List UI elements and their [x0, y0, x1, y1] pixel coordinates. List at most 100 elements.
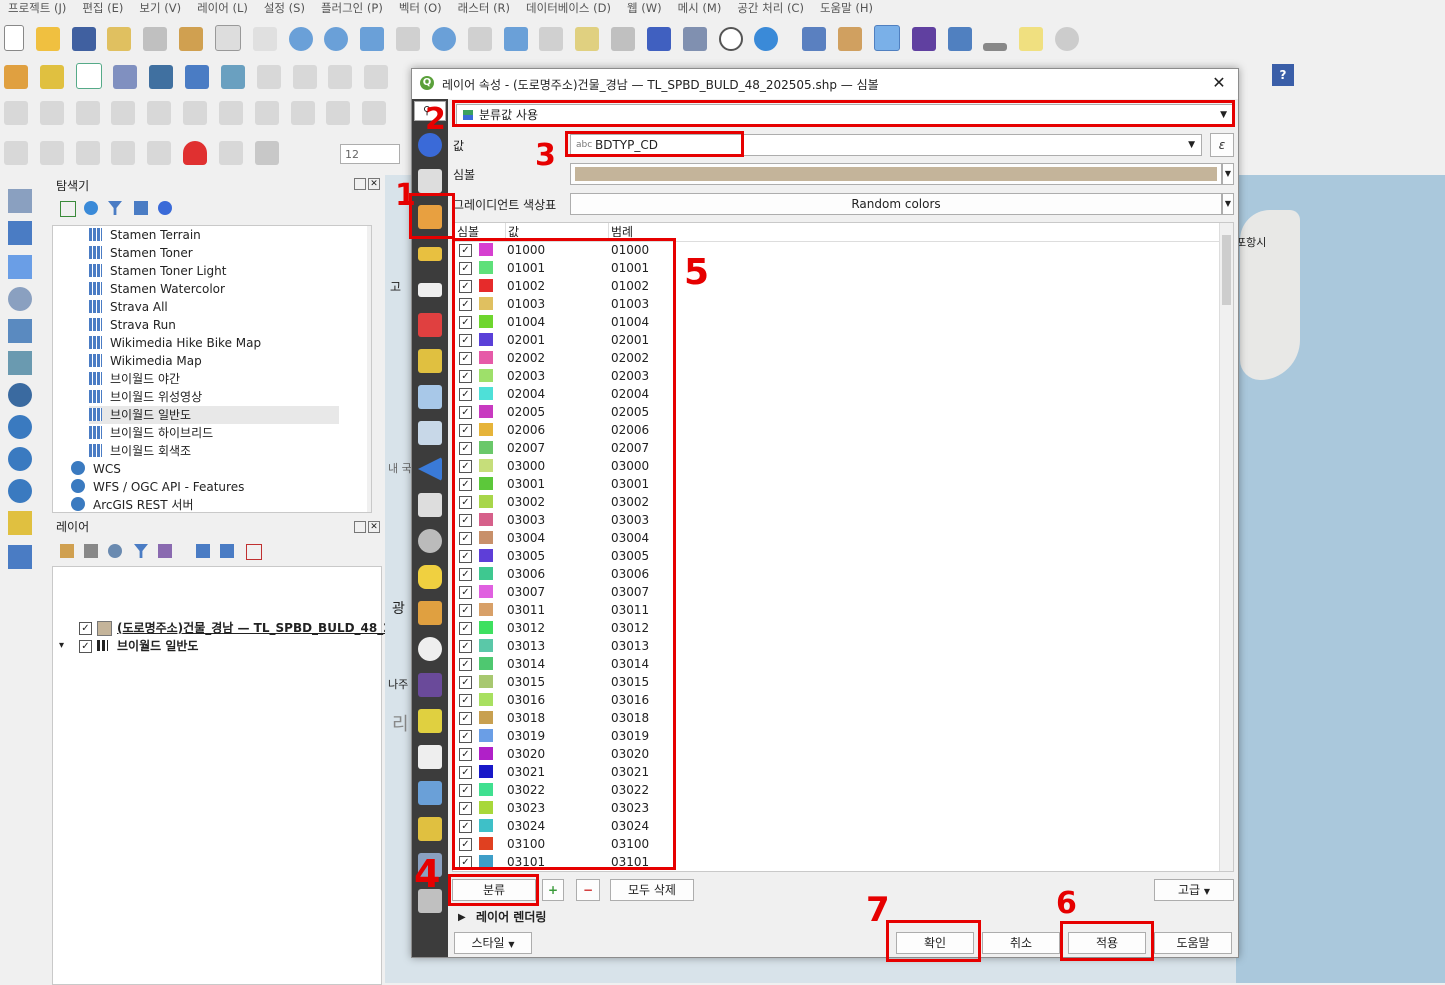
zoom-full-icon[interactable]	[360, 27, 385, 51]
close-panel-icon[interactable]: ✕	[368, 178, 380, 190]
save-as-icon[interactable]	[107, 27, 132, 51]
menu-database[interactable]: 데이터베이스 (D)	[518, 0, 619, 16]
menu-edit[interactable]: 편집 (E)	[74, 0, 131, 16]
joins-icon[interactable]	[418, 457, 442, 481]
color-ramp-dropdown-button[interactable]: ▼	[1222, 193, 1234, 215]
menu-settings[interactable]: 설정 (S)	[256, 0, 313, 16]
add-xyz-icon[interactable]	[8, 545, 32, 569]
add-wms-icon[interactable]	[8, 415, 32, 439]
close-icon[interactable]: ✕	[1210, 73, 1228, 92]
new-3d-view-icon[interactable]	[611, 27, 636, 51]
print-layout-icon[interactable]	[143, 27, 168, 51]
metadata-icon[interactable]	[418, 745, 442, 769]
auxiliary-storage-icon[interactable]	[418, 493, 442, 517]
menu-mesh[interactable]: 메시 (M)	[670, 0, 730, 16]
rendering-icon[interactable]	[418, 601, 442, 625]
menu-layer[interactable]: 레이어 (L)	[189, 0, 256, 16]
cancel-button[interactable]: 취소	[982, 932, 1060, 954]
attributes-form-icon[interactable]	[418, 421, 442, 445]
layer-visibility-checkbox[interactable]: ✓	[79, 640, 92, 653]
add-raster-icon[interactable]	[185, 65, 210, 89]
wfs-item[interactable]: WFS / OGC API - Features	[71, 478, 244, 496]
refresh-browser-icon[interactable]	[84, 201, 98, 215]
add-group-icon[interactable]	[84, 544, 98, 558]
table-scrollbar[interactable]	[1219, 223, 1233, 871]
collapse-all-icon[interactable]	[134, 201, 148, 215]
style-manager-icon[interactable]	[179, 27, 204, 51]
data-source-manager-icon[interactable]	[4, 65, 28, 89]
menu-view[interactable]: 보기 (V)	[131, 0, 189, 16]
manage-themes-icon[interactable]	[108, 544, 122, 558]
settings-gear-icon[interactable]	[873, 25, 900, 51]
dialog-titlebar[interactable]: Q 레이어 속성 - (도로명주소)건물_경남 — TL_SPBD_BULD_4…	[412, 69, 1238, 99]
browser-item[interactable]: Strava All	[89, 298, 168, 316]
actions-icon[interactable]	[418, 529, 442, 553]
add-vector-icon[interactable]	[220, 65, 245, 89]
add-delimited-text-icon[interactable]	[8, 287, 32, 311]
new-project-icon[interactable]	[4, 25, 24, 51]
temporal-clock-icon[interactable]	[418, 637, 442, 661]
zoom-layer-icon[interactable]	[431, 27, 456, 51]
float-panel-icon[interactable]	[354, 521, 366, 533]
open-table-icon[interactable]	[947, 27, 972, 51]
add-mesh-layer-icon[interactable]	[8, 255, 32, 279]
menu-vector[interactable]: 벡터 (O)	[391, 0, 450, 16]
3d-view-icon[interactable]	[418, 313, 442, 337]
zoom-selection-icon[interactable]	[396, 27, 421, 51]
browser-item[interactable]: 브이월드 일반도	[89, 406, 339, 424]
menu-processing[interactable]: 공간 처리 (C)	[729, 0, 812, 16]
add-wcs-icon[interactable]	[8, 447, 32, 471]
bookmark-icon[interactable]	[646, 27, 671, 51]
zoom-next-icon[interactable]	[539, 27, 564, 51]
snapping-tolerance-input[interactable]: 12	[340, 144, 400, 164]
add-selected-icon[interactable]	[60, 201, 76, 217]
statistics-sum-icon[interactable]	[911, 27, 936, 51]
add-raster-layer-icon[interactable]	[8, 221, 32, 245]
layer-row-basemap[interactable]: ▾ ✓ 브이월드 일반도	[53, 637, 381, 655]
save-project-icon[interactable]	[71, 27, 96, 51]
menu-web[interactable]: 웹 (W)	[619, 0, 670, 16]
menu-raster[interactable]: 래스터 (R)	[450, 0, 518, 16]
zoom-last-icon[interactable]	[503, 27, 528, 51]
pan-to-selection-icon[interactable]	[252, 27, 277, 51]
browser-item[interactable]: Wikimedia Map	[89, 352, 202, 370]
virtual-layer-icon[interactable]	[149, 65, 174, 89]
menu-help[interactable]: 도움말 (H)	[812, 0, 881, 16]
refresh-icon[interactable]	[754, 27, 779, 51]
wcs-item[interactable]: WCS	[71, 460, 121, 478]
arcgis-item[interactable]: ArcGIS REST 서버	[71, 496, 194, 512]
layer-rendering-section[interactable]: 레이어 렌더링	[476, 909, 546, 925]
color-ramp-button[interactable]: Random colors	[570, 193, 1222, 215]
browser-item[interactable]: Stamen Watercolor	[89, 280, 225, 298]
temporal-clock-icon[interactable]	[718, 27, 743, 51]
filter-legend-icon[interactable]	[134, 544, 148, 558]
source-settings-icon[interactable]	[418, 169, 442, 193]
layer-row-buildings[interactable]: ✓ (도로명주소)건물_경남 — TL_SPBD_BULD_48_20	[53, 619, 400, 637]
add-postgis-icon[interactable]	[8, 383, 32, 407]
labels-abc-icon[interactable]	[418, 247, 442, 261]
float-panel-icon[interactable]	[354, 178, 366, 190]
expand-arrow-icon[interactable]: ▾	[59, 637, 64, 655]
symbol-dropdown-button[interactable]: ▼	[1222, 163, 1234, 185]
expand-all-icon[interactable]	[196, 544, 210, 558]
map-tips-icon[interactable]	[1019, 27, 1044, 51]
browser-item[interactable]: Stamen Toner	[89, 244, 193, 262]
symbol-button[interactable]	[570, 163, 1222, 185]
new-geopackage-icon[interactable]	[39, 65, 64, 89]
browser-item[interactable]: 브이월드 야간	[89, 370, 180, 388]
open-styling-icon[interactable]	[60, 544, 74, 558]
fields-icon[interactable]	[418, 385, 442, 409]
scrollbar-thumb[interactable]	[1222, 235, 1231, 305]
new-shapefile-icon[interactable]	[75, 63, 102, 89]
browser-item[interactable]: 브이월드 하이브리드	[89, 424, 213, 442]
browser-item[interactable]: Stamen Toner Light	[89, 262, 226, 280]
layer-visibility-checkbox[interactable]: ✓	[79, 622, 92, 635]
display-tips-icon[interactable]	[418, 565, 442, 589]
help-button[interactable]: 도움말	[1154, 932, 1232, 954]
zoom-in-icon[interactable]	[288, 27, 313, 51]
new-temp-layer-icon[interactable]	[113, 65, 138, 89]
measure-icon[interactable]	[983, 43, 1008, 51]
menu-project[interactable]: 프로젝트 (J)	[0, 0, 74, 16]
identify-icon[interactable]	[802, 27, 827, 51]
add-vector-layer-icon[interactable]	[8, 189, 32, 213]
